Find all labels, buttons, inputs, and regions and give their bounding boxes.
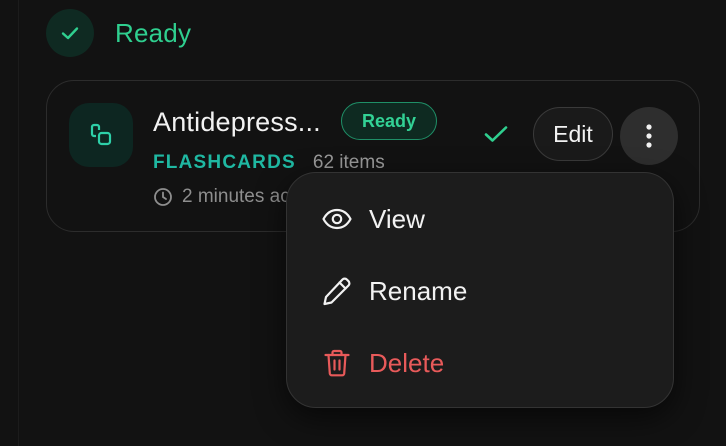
page: Ready Antidepress... Ready FLASHCARDS 62… xyxy=(0,0,726,446)
more-vertical-icon xyxy=(646,124,652,148)
item-count: 62 items xyxy=(312,152,385,173)
eye-icon xyxy=(320,202,354,236)
status-badge: Ready xyxy=(341,102,438,140)
menu-item-delete[interactable]: Delete xyxy=(320,343,444,383)
menu-item-view[interactable]: View xyxy=(320,199,425,239)
card-meta: FLASHCARDS 62 items xyxy=(153,152,385,174)
context-menu: View Rename Delete xyxy=(286,172,674,408)
card-title[interactable]: Antidepress... xyxy=(153,107,321,138)
status-label: Ready xyxy=(115,17,192,48)
menu-item-label: Delete xyxy=(369,347,445,378)
clock-icon xyxy=(154,188,172,206)
menu-item-label: Rename xyxy=(369,275,468,306)
trash-icon xyxy=(320,346,354,380)
menu-item-label: View xyxy=(369,203,425,234)
more-options-button[interactable] xyxy=(620,107,678,165)
card-timestamp: 2 minutes ac xyxy=(153,186,290,208)
status-check-icon xyxy=(46,9,94,57)
pencil-icon xyxy=(320,274,354,308)
edit-button[interactable]: Edit xyxy=(533,107,613,161)
menu-item-rename[interactable]: Rename xyxy=(320,271,467,311)
check-icon xyxy=(481,119,511,154)
left-rail-divider xyxy=(18,0,19,446)
content-type-label: FLASHCARDS xyxy=(153,152,296,173)
flashcards-icon xyxy=(69,103,133,167)
timestamp-text: 2 minutes ac xyxy=(182,186,290,207)
status-row: Ready xyxy=(46,9,191,57)
